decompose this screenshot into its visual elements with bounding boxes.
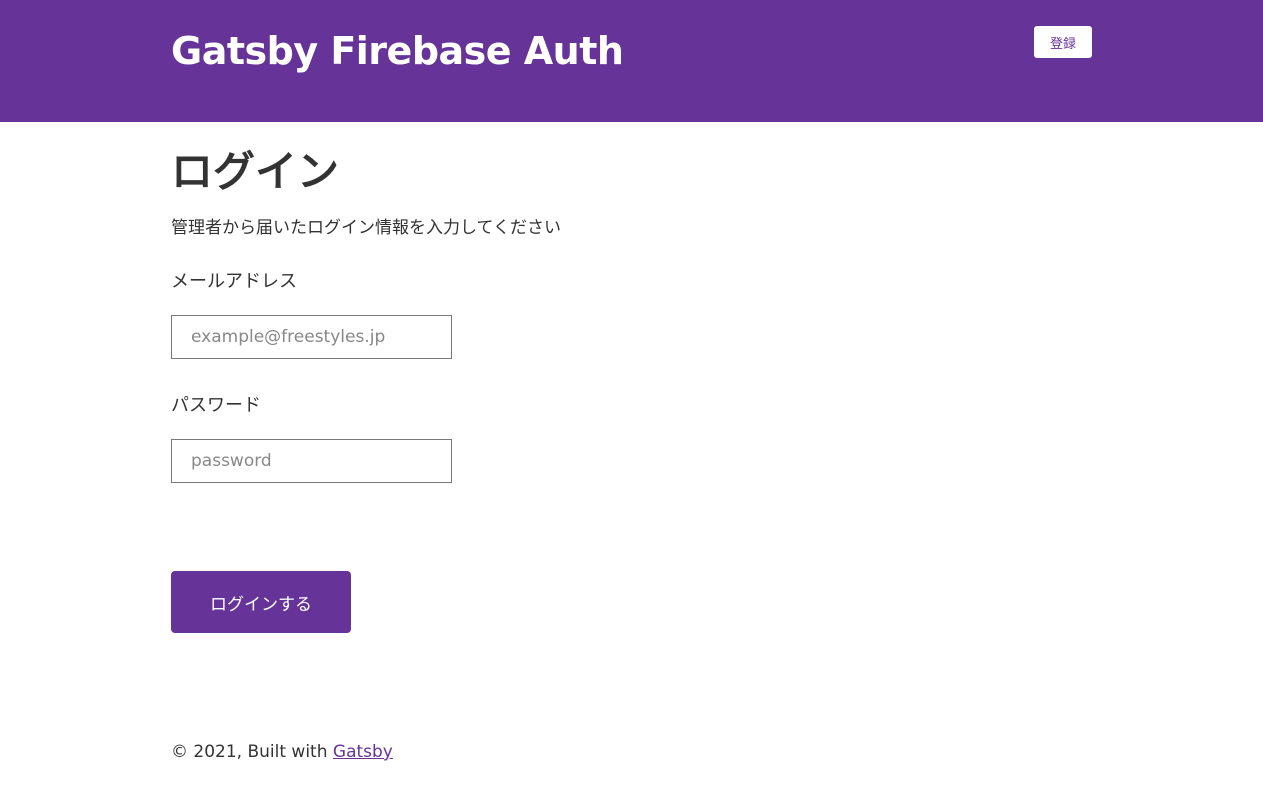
page-title: ログイン (171, 147, 340, 196)
gatsby-link[interactable]: Gatsby (333, 742, 393, 762)
email-field[interactable] (171, 315, 452, 359)
password-field[interactable] (171, 439, 452, 483)
site-footer: © 2021, Built with Gatsby (171, 741, 393, 763)
email-label: メールアドレス (171, 271, 297, 292)
login-submit-button[interactable]: ログインする (171, 571, 351, 633)
register-button[interactable]: 登録 (1034, 26, 1092, 58)
site-title-link[interactable]: Gatsby Firebase Auth (171, 28, 624, 74)
login-description: 管理者から届いたログイン情報を入力してください (171, 218, 561, 238)
footer-copyright: © 2021, Built with (171, 742, 333, 762)
site-header: Gatsby Firebase Auth 登録 (0, 0, 1263, 122)
password-label: パスワード (171, 395, 261, 416)
